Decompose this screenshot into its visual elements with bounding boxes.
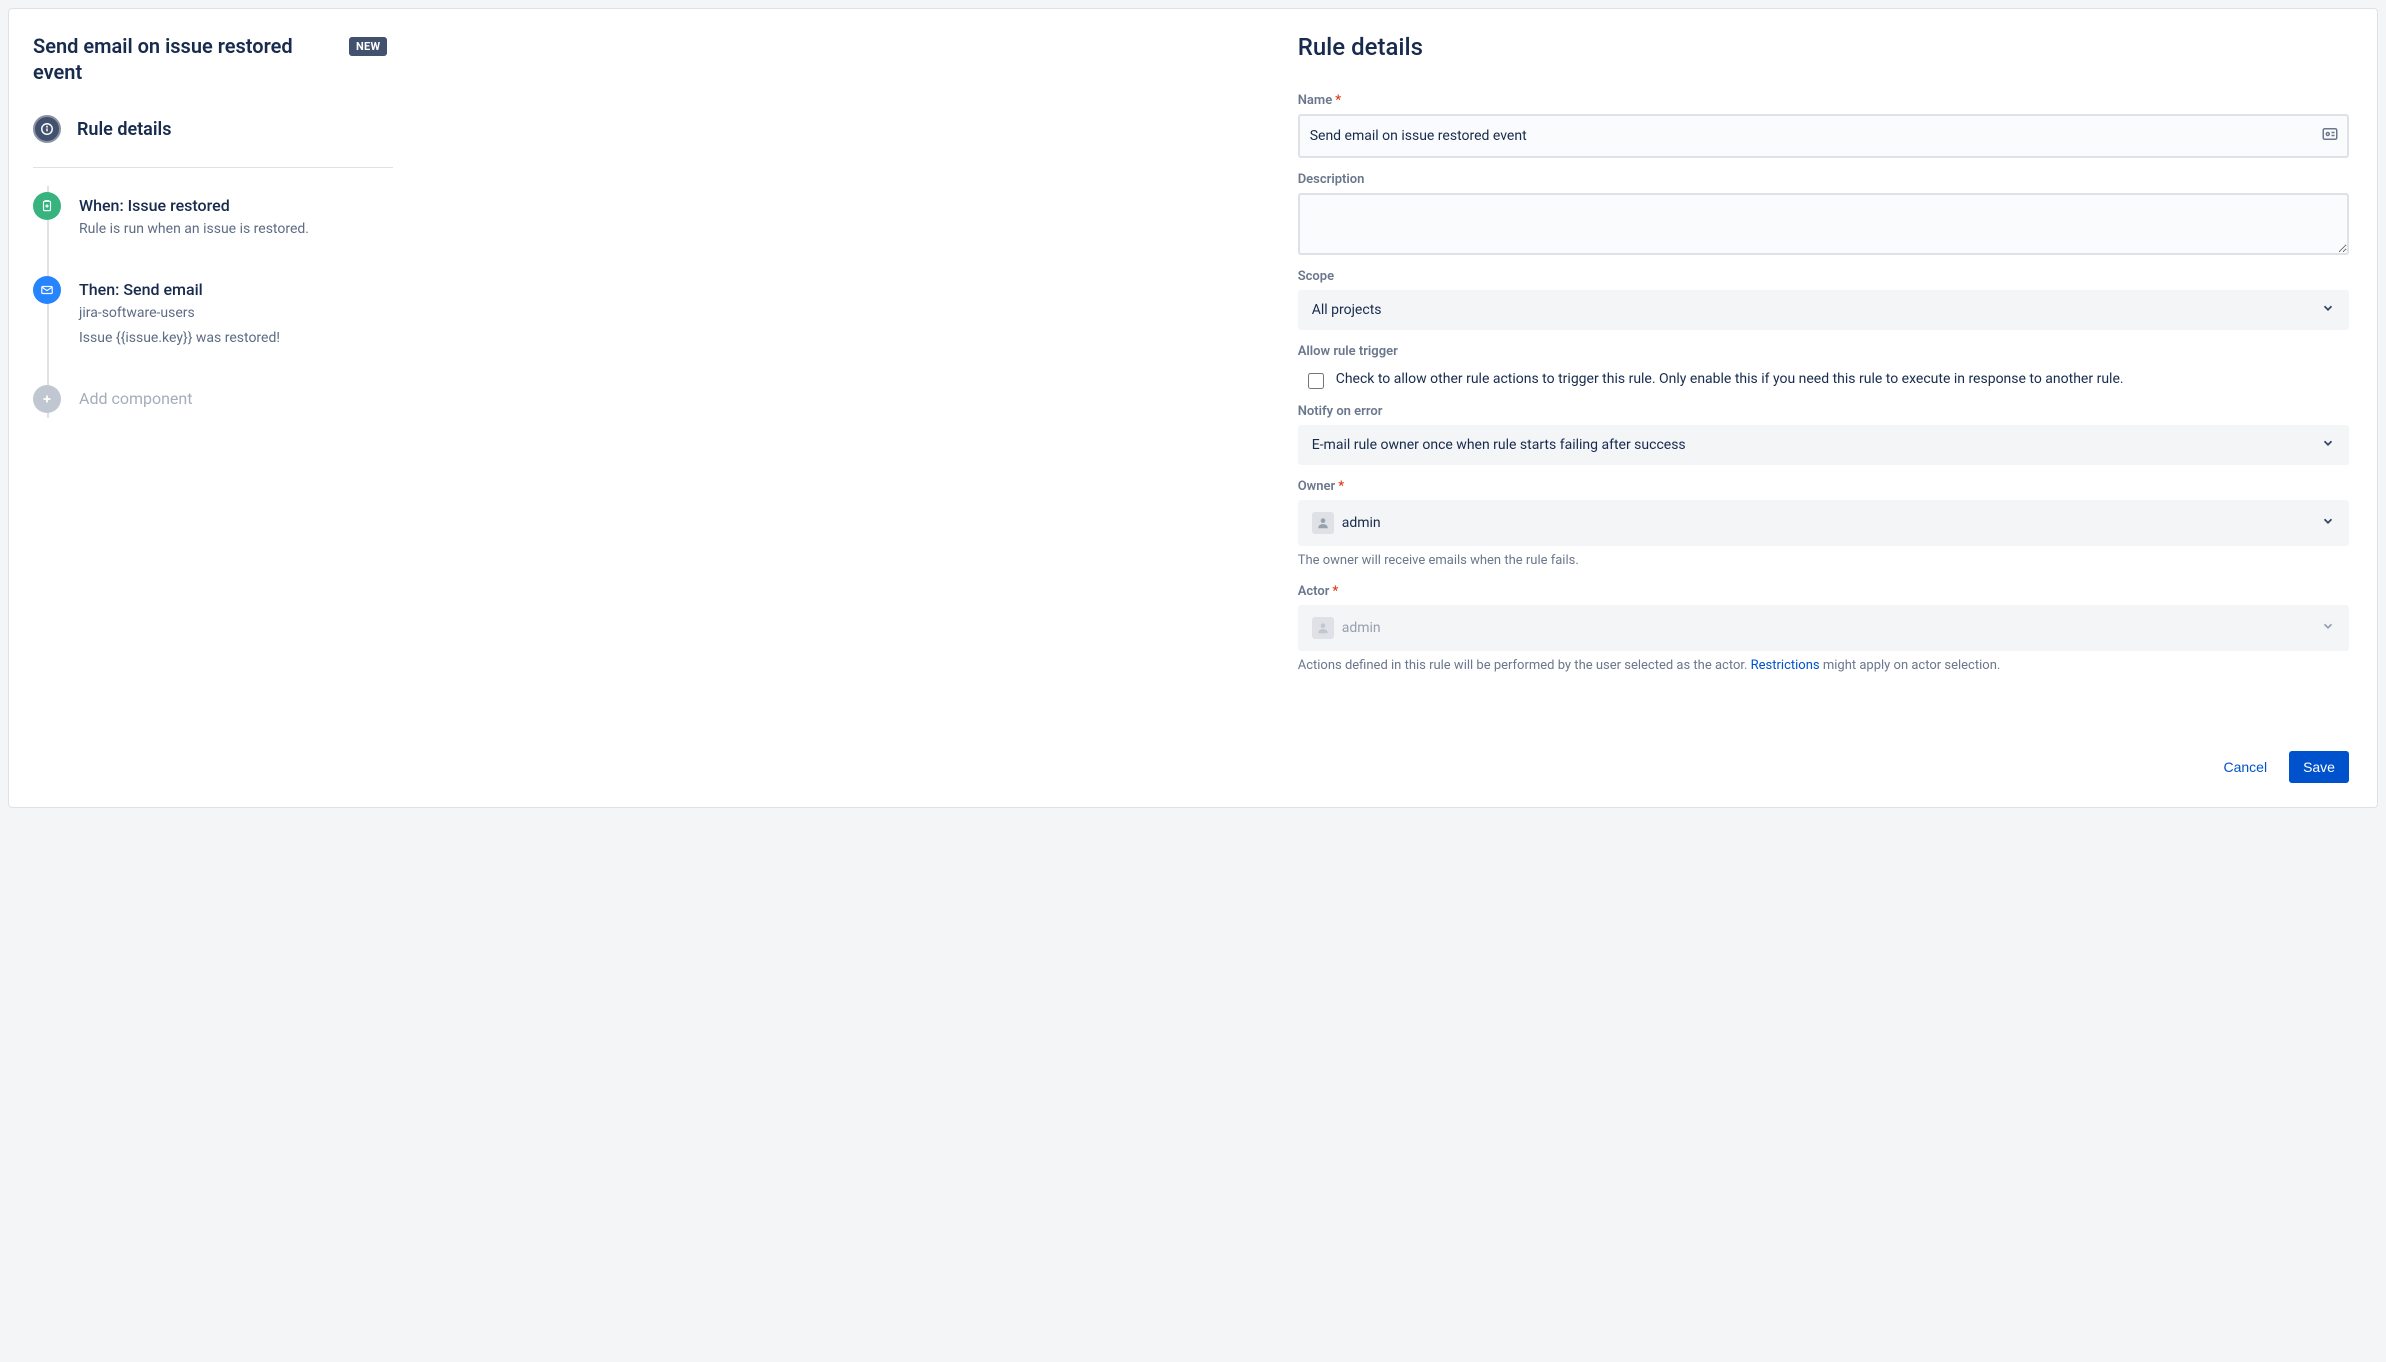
scope-value: All projects xyxy=(1312,302,1382,318)
avatar-icon xyxy=(1312,512,1334,534)
actor-help: Actions defined in this rule will be per… xyxy=(1298,657,2349,675)
flow-step-trigger[interactable]: When: Issue restored Rule is run when an… xyxy=(49,186,1268,270)
notify-error-label: Notify on error xyxy=(1298,404,2349,419)
add-component-label: Add component xyxy=(79,389,1268,408)
rule-details-form: Rule details Name Description Scope All … xyxy=(1288,9,2377,807)
flow-step-body1: jira-software-users xyxy=(79,303,1268,324)
flow-step-body2: Issue {{issue.key}} was restored! xyxy=(79,328,1268,349)
allow-trigger-text: Check to allow other rule actions to tri… xyxy=(1336,369,2124,390)
card-icon xyxy=(2321,125,2339,147)
actor-label: Actor xyxy=(1298,584,2349,599)
cancel-button[interactable]: Cancel xyxy=(2209,751,2281,783)
restrictions-link[interactable]: Restrictions xyxy=(1751,658,1820,673)
rule-flow-column: Send email on issue restored event NEW R… xyxy=(9,9,1288,807)
form-actions: Cancel Save xyxy=(1298,723,2349,783)
chevron-down-icon xyxy=(2321,619,2335,637)
name-input[interactable] xyxy=(1298,114,2349,158)
plus-icon xyxy=(33,385,61,413)
rule-details-label: Rule details xyxy=(77,119,171,140)
clipboard-icon xyxy=(33,192,61,220)
actor-value: admin xyxy=(1342,620,1381,636)
owner-select[interactable]: admin xyxy=(1298,500,2349,546)
rule-details-step[interactable]: Rule details xyxy=(33,109,1268,149)
chevron-down-icon xyxy=(2321,514,2335,532)
divider xyxy=(33,167,393,168)
owner-value: admin xyxy=(1342,515,1381,531)
owner-help: The owner will receive emails when the r… xyxy=(1298,552,2349,570)
mail-icon xyxy=(33,276,61,304)
owner-label: Owner xyxy=(1298,479,2349,494)
flow-step-body: Rule is run when an issue is restored. xyxy=(79,219,1268,240)
notify-error-value: E-mail rule owner once when rule starts … xyxy=(1312,437,1686,453)
add-component-step[interactable]: Add component xyxy=(49,379,1268,418)
avatar-icon xyxy=(1312,617,1334,639)
rule-flow-timeline: When: Issue restored Rule is run when an… xyxy=(47,186,1268,418)
allow-trigger-label: Allow rule trigger xyxy=(1298,344,2349,359)
chevron-down-icon xyxy=(2321,436,2335,454)
save-button[interactable]: Save xyxy=(2289,751,2349,783)
new-badge: NEW xyxy=(349,37,387,56)
rule-editor-panel: Send email on issue restored event NEW R… xyxy=(8,8,2378,808)
chevron-down-icon xyxy=(2321,301,2335,319)
rule-title-row: Send email on issue restored event NEW xyxy=(33,33,1268,85)
form-heading: Rule details xyxy=(1298,33,2349,61)
allow-trigger-checkbox[interactable] xyxy=(1308,373,1324,389)
scope-label: Scope xyxy=(1298,269,2349,284)
description-input[interactable] xyxy=(1298,193,2349,255)
description-label: Description xyxy=(1298,172,2349,187)
name-label: Name xyxy=(1298,93,2349,108)
flow-step-action[interactable]: Then: Send email jira-software-users Iss… xyxy=(49,270,1268,379)
flow-step-title: When: Issue restored xyxy=(79,196,1268,215)
actor-select[interactable]: admin xyxy=(1298,605,2349,651)
rule-name-title: Send email on issue restored event xyxy=(33,33,333,85)
notify-error-select[interactable]: E-mail rule owner once when rule starts … xyxy=(1298,425,2349,465)
flow-step-title: Then: Send email xyxy=(79,280,1268,299)
scope-select[interactable]: All projects xyxy=(1298,290,2349,330)
info-icon xyxy=(33,115,61,143)
